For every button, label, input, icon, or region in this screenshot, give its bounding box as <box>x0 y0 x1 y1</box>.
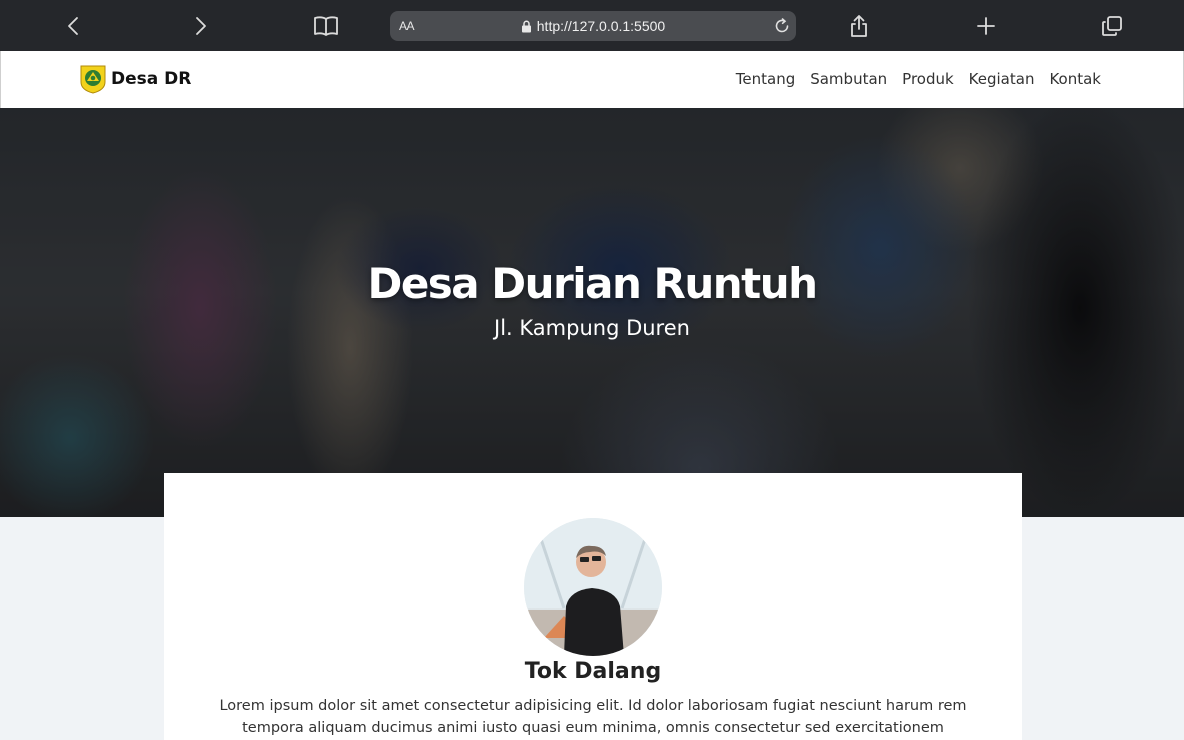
avatar <box>524 518 662 656</box>
nav-link-produk[interactable]: Produk <box>902 70 954 88</box>
brand-name: Desa DR <box>111 69 192 89</box>
brand-link[interactable]: Desa DR <box>79 64 191 94</box>
site-navbar: Desa DR Tentang Sambutan Produk Kegiatan… <box>0 51 1184 108</box>
forward-icon[interactable] <box>184 10 216 42</box>
lock-icon <box>521 20 531 32</box>
new-tab-icon[interactable] <box>970 10 1002 42</box>
person-name: Tok Dalang <box>524 659 662 684</box>
nav-menu: Tentang Sambutan Produk Kegiatan Kontak <box>721 70 1101 88</box>
village-logo <box>80 65 106 94</box>
hero-section: Desa Durian Runtuh Jl. Kampung Duren <box>0 108 1184 517</box>
bookmarks-icon[interactable] <box>310 10 342 42</box>
back-icon[interactable] <box>58 10 90 42</box>
url-display[interactable]: http://127.0.0.1:5500 <box>390 11 796 41</box>
nav-link-sambutan[interactable]: Sambutan <box>810 70 887 88</box>
person-bio: Lorem ipsum dolor sit amet consectetur a… <box>219 698 967 736</box>
hero-subtitle: Jl. Kampung Duren <box>494 316 690 340</box>
reload-icon[interactable] <box>772 16 792 36</box>
tabs-icon[interactable] <box>1096 10 1128 42</box>
hero-title: Desa Durian Runtuh <box>367 259 818 308</box>
browser-toolbar: AA http://127.0.0.1:5500 <box>0 0 1184 51</box>
profile-card: Tok Dalang Lorem ipsum dolor sit amet co… <box>164 473 1022 740</box>
nav-link-kontak[interactable]: Kontak <box>1049 70 1101 88</box>
nav-link-tentang[interactable]: Tentang <box>736 70 795 88</box>
hero-background-photo <box>0 108 1184 517</box>
share-icon[interactable] <box>843 10 875 42</box>
address-bar[interactable]: AA http://127.0.0.1:5500 <box>390 11 796 41</box>
nav-link-kegiatan[interactable]: Kegiatan <box>969 70 1035 88</box>
url-text: http://127.0.0.1:5500 <box>536 18 666 34</box>
